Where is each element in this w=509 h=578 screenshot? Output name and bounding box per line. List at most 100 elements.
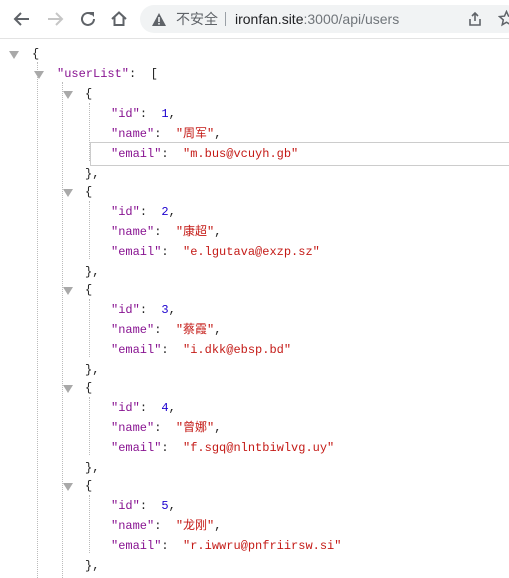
id-line: "id": 5, xyxy=(111,496,176,516)
id-line: "id": 2, xyxy=(111,202,176,222)
address-bar[interactable]: 不安全 ironfan.site:3000/api/users xyxy=(140,5,509,33)
comma: , xyxy=(214,323,222,337)
name-key: "name" xyxy=(111,225,155,239)
collapse-triangle-icon[interactable] xyxy=(63,483,73,491)
colon: : xyxy=(154,127,162,141)
home-icon xyxy=(111,11,127,26)
url-host: ironfan.site xyxy=(235,11,304,27)
email-line: "email": "e.lgutava@exzp.sz" xyxy=(111,242,320,262)
colon: : xyxy=(139,303,148,317)
email-value: "e.lgutava@exzp.sz" xyxy=(183,245,320,259)
star-icon[interactable] xyxy=(497,9,509,32)
forward-button[interactable] xyxy=(43,7,67,31)
comma: , xyxy=(168,205,176,219)
name-line: "name": "蔡霞", xyxy=(111,320,221,340)
name-line: "name": "龙刚", xyxy=(111,516,221,536)
email-key: "email" xyxy=(111,147,162,161)
id-value: 4 xyxy=(161,401,169,415)
email-line: "email": "m.bus@vcuyh.gb" xyxy=(111,144,298,164)
colon: : xyxy=(139,107,148,121)
url-separator xyxy=(225,12,226,26)
collapse-triangle-icon[interactable] xyxy=(63,287,73,295)
object-close-brace: }, xyxy=(85,363,100,377)
id-line: "id": 1, xyxy=(111,104,176,124)
colon: : xyxy=(154,519,162,533)
id-key: "id" xyxy=(111,205,140,219)
email-key: "email" xyxy=(111,343,162,357)
reload-button[interactable] xyxy=(76,7,100,31)
security-label: 不安全 xyxy=(176,11,218,27)
root-guide xyxy=(37,62,38,578)
collapse-triangle-icon[interactable] xyxy=(63,91,73,99)
object-open-brace: { xyxy=(85,185,93,199)
collapse-triangle-icon[interactable] xyxy=(34,71,44,79)
comma: , xyxy=(214,127,222,141)
email-value: "f.sgq@nlntbiwlvg.uy" xyxy=(183,441,335,455)
colon: : xyxy=(154,225,162,239)
name-key: "name" xyxy=(111,323,155,337)
forward-arrow-icon xyxy=(48,12,64,26)
name-value: "周军" xyxy=(175,127,215,141)
object-close-brace: }, xyxy=(85,461,100,475)
object-close-brace: }, xyxy=(85,559,100,573)
comma: , xyxy=(168,499,176,513)
id-line: "id": 4, xyxy=(111,398,176,418)
collapse-triangle-icon[interactable] xyxy=(63,385,73,393)
name-value: "康超" xyxy=(175,225,215,239)
email-line: "email": "f.sgq@nlntbiwlvg.uy" xyxy=(111,438,334,458)
object-open-brace: { xyxy=(85,87,93,101)
object-open-brace: { xyxy=(85,381,93,395)
collapse-triangle-icon[interactable] xyxy=(9,51,19,59)
colon: : xyxy=(139,205,148,219)
id-key: "id" xyxy=(111,107,140,121)
id-key: "id" xyxy=(111,303,140,317)
colon: : xyxy=(161,343,169,357)
warning-icon[interactable] xyxy=(151,12,167,32)
id-value: 5 xyxy=(161,499,169,513)
colon: : xyxy=(129,67,137,81)
colon: : xyxy=(154,323,162,337)
name-line: "name": "曾娜", xyxy=(111,418,221,438)
object-open-brace: { xyxy=(85,283,93,297)
list-open-bracket: [ xyxy=(150,67,158,81)
email-key: "email" xyxy=(111,539,162,553)
json-viewer: { "userList": [ {"id": 1, "name": "周军", "e… xyxy=(0,38,509,578)
comma: , xyxy=(214,519,222,533)
email-line: "email": "r.iwwru@pnfriirsw.si" xyxy=(111,536,341,556)
home-button[interactable] xyxy=(107,7,131,31)
name-value: "龙刚" xyxy=(175,519,215,533)
comma: , xyxy=(214,225,222,239)
id-line: "id": 3, xyxy=(111,300,176,320)
userlist-key: "userList" xyxy=(57,67,130,81)
object-guide xyxy=(89,299,90,357)
email-value: "m.bus@vcuyh.gb" xyxy=(183,147,299,161)
list-guide xyxy=(62,82,63,578)
name-line: "name": "周军", xyxy=(111,124,221,144)
comma: , xyxy=(168,303,176,317)
id-value: 1 xyxy=(161,107,169,121)
comma: , xyxy=(168,401,176,415)
collapse-triangle-icon[interactable] xyxy=(63,189,73,197)
url-text[interactable]: 不安全 ironfan.site:3000/api/users xyxy=(176,5,399,33)
root-open-brace: { xyxy=(32,47,40,61)
back-button[interactable] xyxy=(10,7,34,31)
object-guide xyxy=(89,495,90,553)
url-path: :3000/api/users xyxy=(303,11,400,27)
email-value: "r.iwwru@pnfriirsw.si" xyxy=(183,539,342,553)
object-guide xyxy=(89,201,90,259)
share-icon[interactable] xyxy=(467,11,483,32)
comma: , xyxy=(214,421,222,435)
email-line: "email": "i.dkk@ebsp.bd" xyxy=(111,340,291,360)
object-close-brace: }, xyxy=(85,167,100,181)
colon: : xyxy=(161,539,169,553)
colon: : xyxy=(139,499,148,513)
object-open-brace: { xyxy=(85,479,93,493)
name-key: "name" xyxy=(111,519,155,533)
comma: , xyxy=(168,107,176,121)
id-key: "id" xyxy=(111,401,140,415)
name-key: "name" xyxy=(111,127,155,141)
name-value: "曾娜" xyxy=(175,421,215,435)
name-line: "name": "康超", xyxy=(111,222,221,242)
email-value: "i.dkk@ebsp.bd" xyxy=(183,343,292,357)
name-value: "蔡霞" xyxy=(175,323,215,337)
